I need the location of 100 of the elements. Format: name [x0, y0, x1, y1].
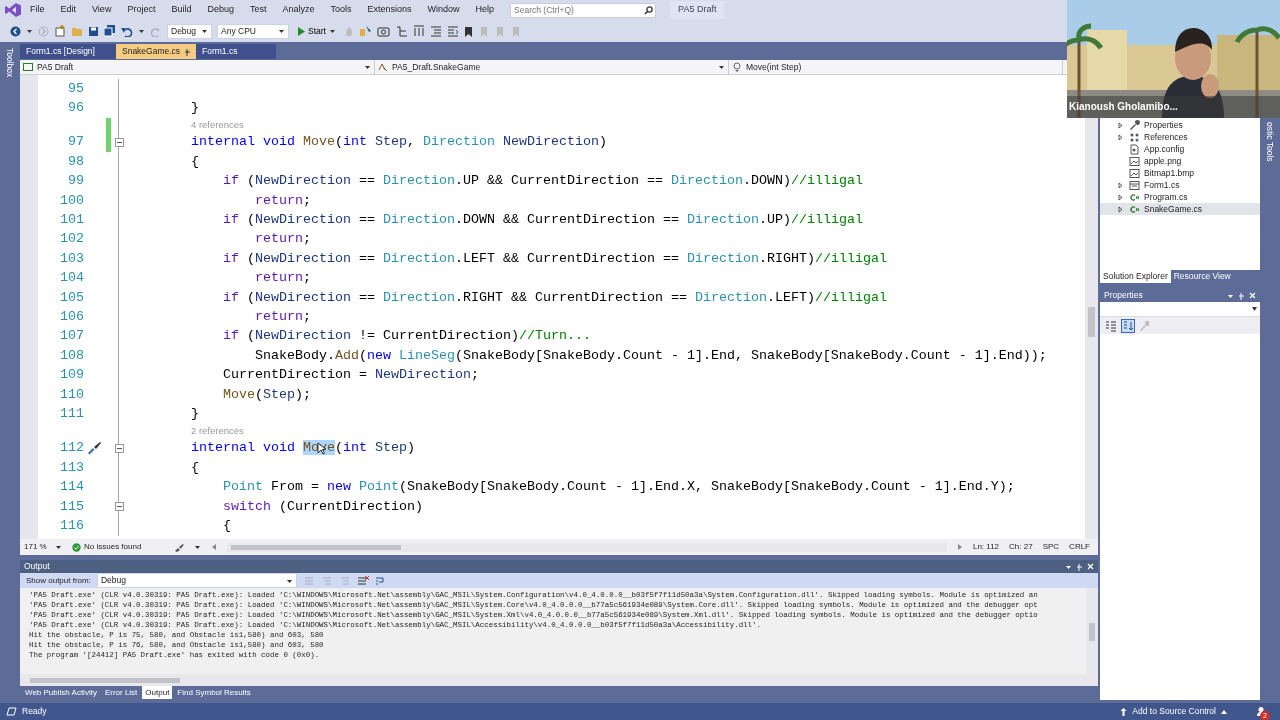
caret-icon[interactable] [194, 544, 201, 550]
menu-item[interactable]: Edit [52, 3, 85, 17]
menu-item[interactable]: Build [163, 3, 200, 17]
panel-tab[interactable]: Solution Explorer [1100, 270, 1171, 283]
dropdown-icon[interactable] [1065, 563, 1072, 570]
diagnostic-tools-tab[interactable]: ostic Tools [1263, 122, 1277, 703]
column-indicator[interactable]: Ch: 27 [1009, 541, 1033, 553]
start-button[interactable]: Start [294, 24, 339, 38]
collapse-icon[interactable] [114, 443, 124, 453]
collapse-icon[interactable] [114, 502, 124, 511]
configuration-dropdown[interactable]: Debug [167, 23, 212, 39]
caret-icon [285, 577, 293, 584]
outdent-icon[interactable] [446, 25, 459, 37]
tree-item[interactable]: SnakeGame.cs [1100, 203, 1260, 215]
panel-tab[interactable]: Error List [101, 686, 141, 699]
document-tab[interactable]: Form1.cs [Design] [20, 44, 116, 59]
caret-icon[interactable] [138, 28, 145, 34]
indent-icon[interactable] [429, 25, 442, 37]
menu-item[interactable]: View [84, 3, 120, 17]
line-indicator[interactable]: Ln: 112 [972, 541, 1000, 553]
tree-item[interactable]: References [1100, 131, 1260, 143]
property-pages-icon [1139, 320, 1149, 331]
tree-item[interactable]: Bitmap1.bmp [1100, 167, 1260, 179]
line-number: 115 [59, 497, 84, 516]
collapse-icon[interactable] [114, 137, 124, 147]
prev-message-icon [302, 575, 315, 586]
references-icon [1129, 131, 1140, 143]
vertical-scrollbar[interactable] [1086, 588, 1098, 674]
save-icon[interactable] [88, 25, 99, 37]
menu-item[interactable]: Analyze [274, 3, 323, 17]
panel-tab[interactable]: Web Publish Activity [22, 686, 100, 699]
bookmark-icon[interactable] [463, 25, 473, 37]
code-line: Move(Step); [221, 385, 311, 404]
columns-icon[interactable] [412, 25, 425, 37]
zoom-dropdown[interactable]: 171 % [24, 541, 62, 553]
undo-icon[interactable] [121, 25, 133, 37]
code-line: internal void Move(int Step, Direction NewDirection) [190, 133, 607, 152]
tree-item[interactable]: apple.png [1100, 155, 1260, 167]
panel-tab[interactable]: Find Symbol Results [174, 686, 254, 699]
caret-icon [278, 28, 285, 34]
csharp-file-icon [1129, 191, 1140, 203]
line-number: 114 [59, 478, 84, 497]
menu-item[interactable]: File [22, 3, 53, 17]
whitespace-indicator[interactable]: SPC [1042, 541, 1060, 553]
source-dropdown[interactable]: Debug [96, 573, 297, 588]
menu-item[interactable]: Project [119, 3, 164, 17]
tree-item[interactable]: Properties [1100, 119, 1260, 131]
source-control-button[interactable]: Add to Source Control [1132, 705, 1216, 718]
menu-item[interactable]: Debug [199, 3, 242, 17]
line-number: 97 [67, 133, 84, 152]
screwdriver-icon[interactable] [86, 441, 102, 456]
camera-icon[interactable] [376, 25, 391, 37]
menu-item[interactable]: Help [467, 3, 503, 17]
scroll-right-icon[interactable] [956, 543, 963, 551]
issues-status[interactable]: No issues found [84, 541, 164, 553]
menu-item[interactable]: Extensions [359, 3, 420, 17]
line-number: 111 [59, 404, 84, 423]
caret-up-icon[interactable] [1221, 709, 1227, 714]
categorized-icon[interactable] [1105, 319, 1117, 332]
new-project-icon[interactable] [54, 25, 66, 37]
panel-tab[interactable]: Output [142, 686, 173, 699]
caret-icon[interactable] [26, 28, 33, 34]
menu-item[interactable]: Window [419, 3, 468, 17]
menu-item[interactable]: Test [241, 3, 275, 17]
platform-dropdown[interactable]: Any CPU [217, 23, 289, 39]
project-dropdown[interactable]: PA5 Draft [20, 60, 375, 74]
panel-tab[interactable]: Resource View [1170, 270, 1234, 283]
tree-item[interactable]: Form1.cs [1100, 179, 1260, 191]
toolbox-tab[interactable]: Toolbox [3, 48, 17, 703]
horizontal-scrollbar[interactable] [20, 674, 1098, 686]
redo-icon [150, 25, 162, 37]
document-tab[interactable]: Form1.cs [196, 44, 276, 59]
wrench-icon [1129, 119, 1140, 131]
vertical-scrollbar[interactable] [1085, 117, 1098, 539]
clear-all-icon[interactable] [356, 575, 369, 586]
status-icon [6, 707, 17, 716]
member-dropdown[interactable]: Move(int Step) [729, 60, 1063, 74]
line-number: 105 [59, 288, 84, 307]
save-all-icon[interactable] [104, 25, 116, 37]
close-icon[interactable] [1249, 292, 1256, 299]
form-file-icon [1129, 179, 1140, 191]
search-field[interactable]: Search (Ctrl+Q) [510, 2, 657, 18]
horizontal-scrollbar[interactable] [227, 542, 947, 552]
brush-icon[interactable] [174, 542, 184, 552]
alphabetical-icon[interactable] [1121, 318, 1135, 333]
member-icon [23, 62, 33, 72]
line-number: 98 [67, 152, 84, 171]
menu-item[interactable]: Tools [322, 3, 360, 17]
dropdown-icon[interactable] [1227, 292, 1234, 299]
pin-icon[interactable] [184, 47, 192, 56]
line-ending-indicator[interactable]: CRLF [1069, 541, 1090, 553]
back-icon[interactable] [10, 25, 21, 37]
source-label: Show output from: [26, 574, 91, 587]
close-icon[interactable] [1087, 563, 1094, 570]
scroll-left-icon[interactable] [211, 543, 217, 551]
caret-icon [328, 28, 336, 34]
type-dropdown[interactable]: PA5_Draft.SnakeGame [375, 60, 729, 74]
document-tab[interactable]: SnakeGame.cs [116, 44, 196, 59]
tree-item[interactable]: Program.cs [1100, 191, 1260, 203]
tree-item[interactable]: App.config [1100, 143, 1260, 155]
